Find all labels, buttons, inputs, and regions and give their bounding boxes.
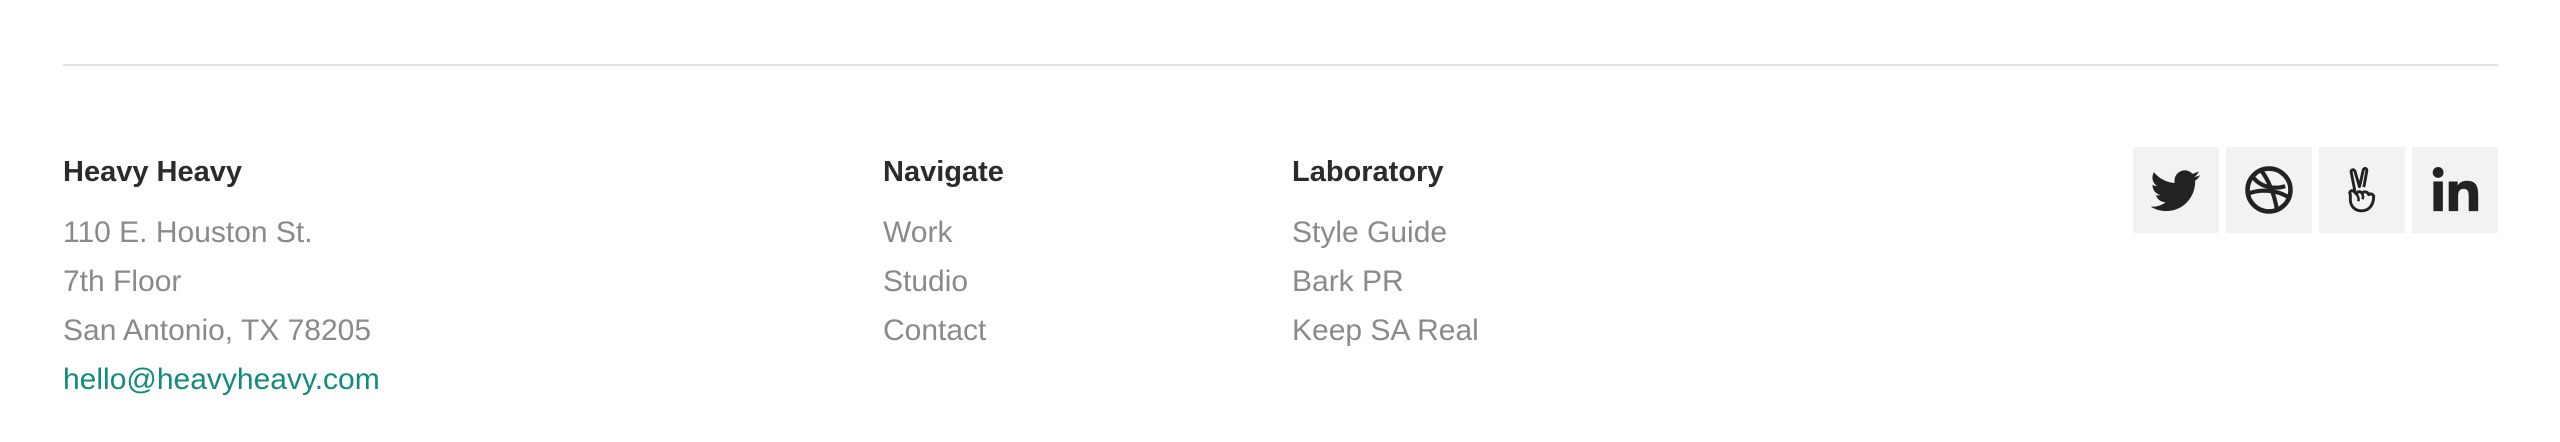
- lab-link-style-guide[interactable]: Style Guide: [1292, 208, 1479, 257]
- social-links: [2133, 147, 2498, 233]
- angellist-icon: [2348, 166, 2376, 213]
- twitter-icon: [2151, 170, 2201, 212]
- address-line-3: San Antonio, TX 78205: [63, 314, 372, 347]
- dribbble-icon: [2245, 166, 2293, 214]
- angellist-button[interactable]: [2319, 147, 2405, 233]
- footer-divider: [63, 64, 2498, 66]
- email-link[interactable]: hello@heavyheavy.com: [63, 355, 380, 404]
- laboratory-heading: Laboratory: [1292, 156, 1444, 188]
- laboratory-column: Laboratory Style Guide Bark PR Keep SA R…: [1292, 150, 1479, 355]
- nav-link-studio[interactable]: Studio: [883, 257, 1004, 306]
- dribbble-button[interactable]: [2226, 147, 2312, 233]
- company-column: Heavy Heavy 110 E. Houston St. 7th Floor…: [63, 150, 380, 404]
- linkedin-icon: [2432, 167, 2479, 212]
- address-line-1: 110 E. Houston St.: [63, 216, 313, 249]
- nav-link-work[interactable]: Work: [883, 208, 1004, 257]
- navigate-column: Navigate Work Studio Contact: [883, 150, 1004, 355]
- nav-link-contact[interactable]: Contact: [883, 306, 1004, 355]
- address-line-2: 7th Floor: [63, 265, 182, 298]
- linkedin-button[interactable]: [2412, 147, 2498, 233]
- lab-link-keep-sa-real[interactable]: Keep SA Real: [1292, 306, 1479, 355]
- company-name: Heavy Heavy: [63, 156, 242, 188]
- navigate-heading: Navigate: [883, 156, 1004, 188]
- twitter-button[interactable]: [2133, 147, 2219, 233]
- lab-link-bark-pr[interactable]: Bark PR: [1292, 257, 1479, 306]
